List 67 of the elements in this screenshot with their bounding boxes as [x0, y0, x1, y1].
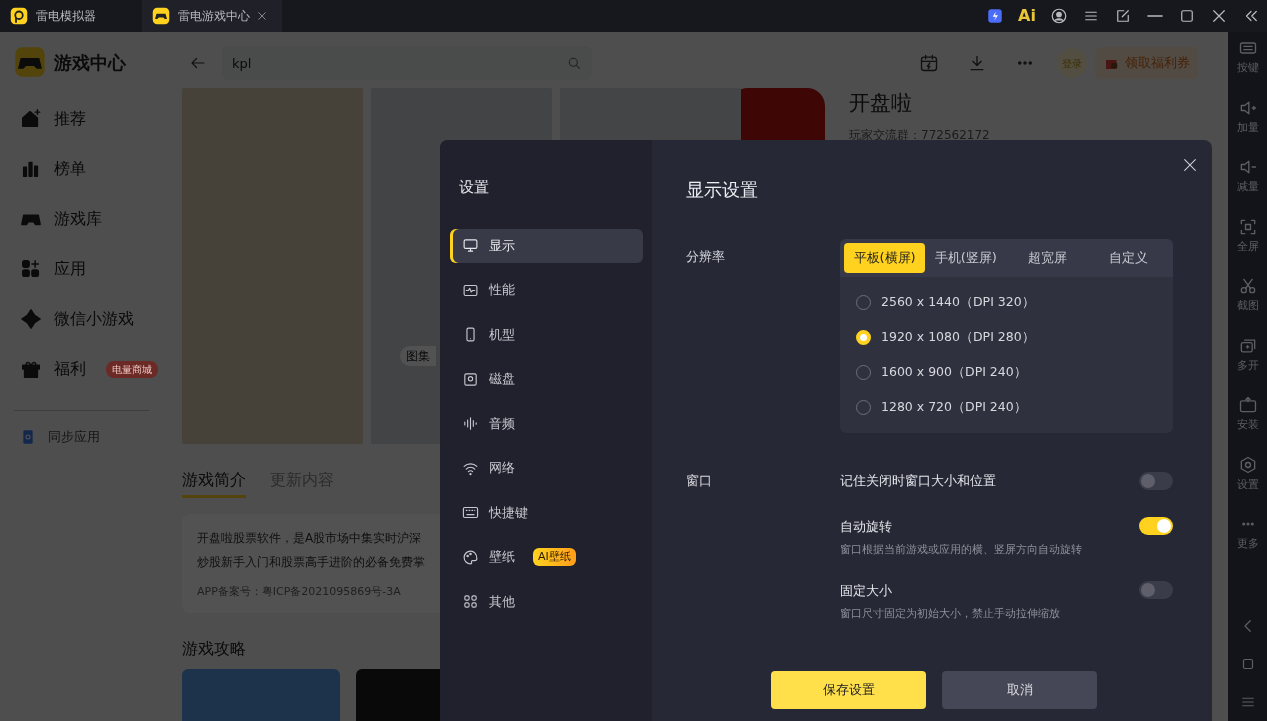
- gamepad-logo-icon: [14, 46, 46, 78]
- toggle-switch[interactable]: [1139, 581, 1173, 600]
- toggle-switch[interactable]: [1139, 471, 1173, 490]
- toggle-switch[interactable]: [1139, 517, 1173, 536]
- sidebar-title: 游戏中心: [54, 50, 126, 75]
- close-icon: [1182, 156, 1198, 173]
- resolution-option[interactable]: 1280 x 720（DPI 240）: [840, 390, 1173, 425]
- resolution-option[interactable]: 1600 x 900（DPI 240）: [840, 355, 1173, 390]
- close-icon: [1210, 7, 1228, 25]
- settings-nav-item[interactable]: 快捷键: [450, 495, 643, 530]
- description-text: 炒股新手入门和股票高手进阶的必备免费掌: [197, 554, 425, 571]
- resolution-option[interactable]: 1920 x 1080（DPI 280）: [840, 320, 1173, 355]
- section-label: 分辨率: [686, 248, 726, 266]
- settings-nav-item[interactable]: 音频: [450, 406, 643, 441]
- sidebar-item[interactable]: 福利 电量商城: [14, 344, 165, 394]
- settings-nav-item[interactable]: 壁纸 AI壁纸: [450, 540, 643, 574]
- phone-sync-icon: [20, 427, 36, 446]
- description-text: 开盘啦股票软件，是A股市场中集实时沪深: [197, 530, 422, 547]
- cancel-button[interactable]: 取消: [942, 670, 1097, 709]
- resolution-tab[interactable]: 自定义: [1087, 243, 1169, 273]
- toggle-hint: 窗口根据当前游戏或应用的横、竖屏方向自动旋转: [840, 542, 1082, 558]
- save-button[interactable]: 保存设置: [771, 670, 926, 709]
- close-icon: [257, 11, 267, 21]
- logo-icon: [10, 7, 28, 25]
- monitor-icon: [462, 237, 479, 254]
- grid-icon: [462, 593, 479, 610]
- settings-nav-item[interactable]: 磁盘: [450, 362, 643, 396]
- dialog-title: 设置: [459, 177, 489, 198]
- ai-badge: AI壁纸: [533, 547, 576, 567]
- section-title: 游戏攻略: [182, 637, 246, 660]
- bolt-icon: [986, 7, 1004, 25]
- sound-wave-icon: [462, 415, 479, 432]
- minimize-icon: [1147, 15, 1163, 17]
- app-name: 开盘啦: [849, 90, 913, 117]
- palette-icon: [462, 548, 479, 566]
- window-arrow-icon: [1114, 7, 1132, 25]
- resolution-tab[interactable]: 手机(竖屏): [925, 243, 1007, 273]
- settings-nav-item[interactable]: 网络: [450, 451, 643, 485]
- user-icon: [1050, 7, 1068, 25]
- promo-badge: 电量商城: [106, 360, 158, 378]
- toggle-label: 自动旋转: [840, 517, 892, 536]
- section-label: 窗口: [686, 472, 713, 490]
- maximize-icon: [1178, 7, 1196, 25]
- toggle-label: 固定大小: [840, 581, 892, 600]
- settings-nav-item[interactable]: 机型: [450, 317, 643, 352]
- resolution-tab[interactable]: 超宽屏: [1006, 243, 1088, 273]
- gamepad-icon: [152, 7, 170, 25]
- keyboard-icon: [462, 504, 479, 521]
- search-icon: [566, 55, 582, 71]
- apps-icon: [20, 258, 42, 280]
- more-icon: [1018, 61, 1032, 65]
- toggle-label: 记住关闭时窗口大小和位置: [840, 472, 996, 490]
- diamond-star-icon: [20, 308, 42, 330]
- settings-nav-item[interactable]: 其他: [450, 584, 643, 619]
- resolution-option[interactable]: 2560 x 1440（DPI 320）: [840, 285, 1173, 320]
- calendar-icon: [919, 53, 939, 73]
- settings-heading: 显示设置: [686, 178, 758, 202]
- settings-nav-item[interactable]: 性能: [450, 273, 643, 307]
- ai-button[interactable]: Ai: [1011, 2, 1043, 30]
- home-icon: [20, 108, 42, 130]
- window-tab[interactable]: 雷电游戏中心: [142, 0, 282, 32]
- window-tab[interactable]: 雷电模拟器: [0, 0, 142, 32]
- guide-thumbnail[interactable]: [182, 668, 340, 721]
- toggle-hint: 窗口尺寸固定为初始大小，禁止手动拉伸缩放: [840, 606, 1060, 622]
- settings-nav-item[interactable]: 显示: [450, 228, 643, 263]
- resolution-tab[interactable]: 平板(横屏): [844, 243, 926, 273]
- dots-icon: [1241, 522, 1254, 526]
